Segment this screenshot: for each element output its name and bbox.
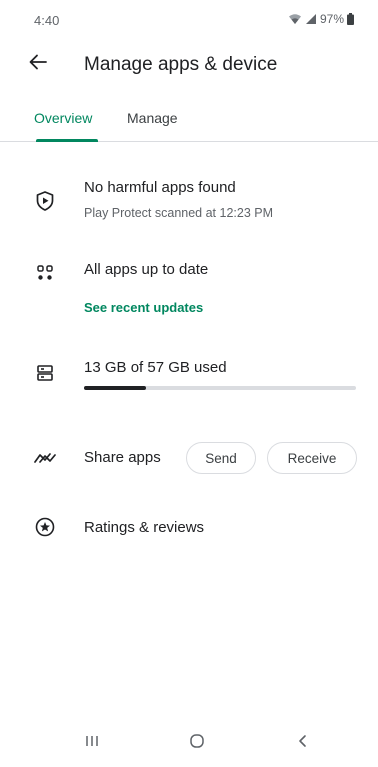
ratings-reviews-row[interactable]: Ratings & reviews xyxy=(0,514,378,546)
storage-text: 13 GB of 57 GB used xyxy=(84,359,227,376)
storage-progress-bar xyxy=(84,386,356,390)
updates-title: All apps up to date xyxy=(84,261,209,278)
home-button[interactable] xyxy=(182,731,212,755)
tab-overview[interactable]: Overview xyxy=(34,110,92,126)
home-icon xyxy=(189,733,205,754)
protect-title: No harmful apps found xyxy=(84,179,236,196)
tab-bar: Overview Manage xyxy=(0,100,378,142)
back-icon xyxy=(296,734,308,753)
updates-row: All apps up to date See recent updates xyxy=(0,258,378,322)
send-button[interactable]: Send xyxy=(186,442,256,474)
tab-selected-indicator xyxy=(36,139,98,142)
app-bar: Manage apps & device xyxy=(0,44,378,84)
battery-icon xyxy=(347,13,354,25)
recents-button[interactable] xyxy=(77,731,107,755)
status-bar: 4:40 97% xyxy=(0,0,378,36)
back-button[interactable] xyxy=(24,50,52,78)
tab-manage[interactable]: Manage xyxy=(127,110,178,126)
signal-icon xyxy=(305,13,317,25)
protect-subtitle: Play Protect scanned at 12:23 PM xyxy=(84,206,273,220)
battery-text: 97% xyxy=(319,12,344,26)
play-protect-shield-icon xyxy=(34,190,56,212)
arrow-back-icon xyxy=(29,54,47,75)
wifi-icon xyxy=(288,13,302,25)
storage-row[interactable]: 13 GB of 57 GB used xyxy=(0,356,378,396)
share-apps-icon xyxy=(34,447,56,469)
share-apps-label: Share apps xyxy=(84,449,161,466)
see-recent-updates-link[interactable]: See recent updates xyxy=(84,300,203,315)
nav-back-button[interactable] xyxy=(287,731,317,755)
storage-progress-fill xyxy=(84,386,147,390)
recents-icon xyxy=(85,734,99,753)
status-icons: 97% xyxy=(288,12,354,26)
page-title: Manage apps & device xyxy=(84,54,278,75)
star-circle-icon xyxy=(34,516,56,538)
apps-grid-icon xyxy=(34,262,56,284)
receive-button[interactable]: Receive xyxy=(267,442,357,474)
ratings-label: Ratings & reviews xyxy=(84,519,205,536)
system-nav-bar xyxy=(0,719,378,767)
storage-icon xyxy=(34,362,56,384)
play-protect-row[interactable]: No harmful apps found Play Protect scann… xyxy=(0,176,378,232)
status-time: 4:40 xyxy=(34,13,60,28)
